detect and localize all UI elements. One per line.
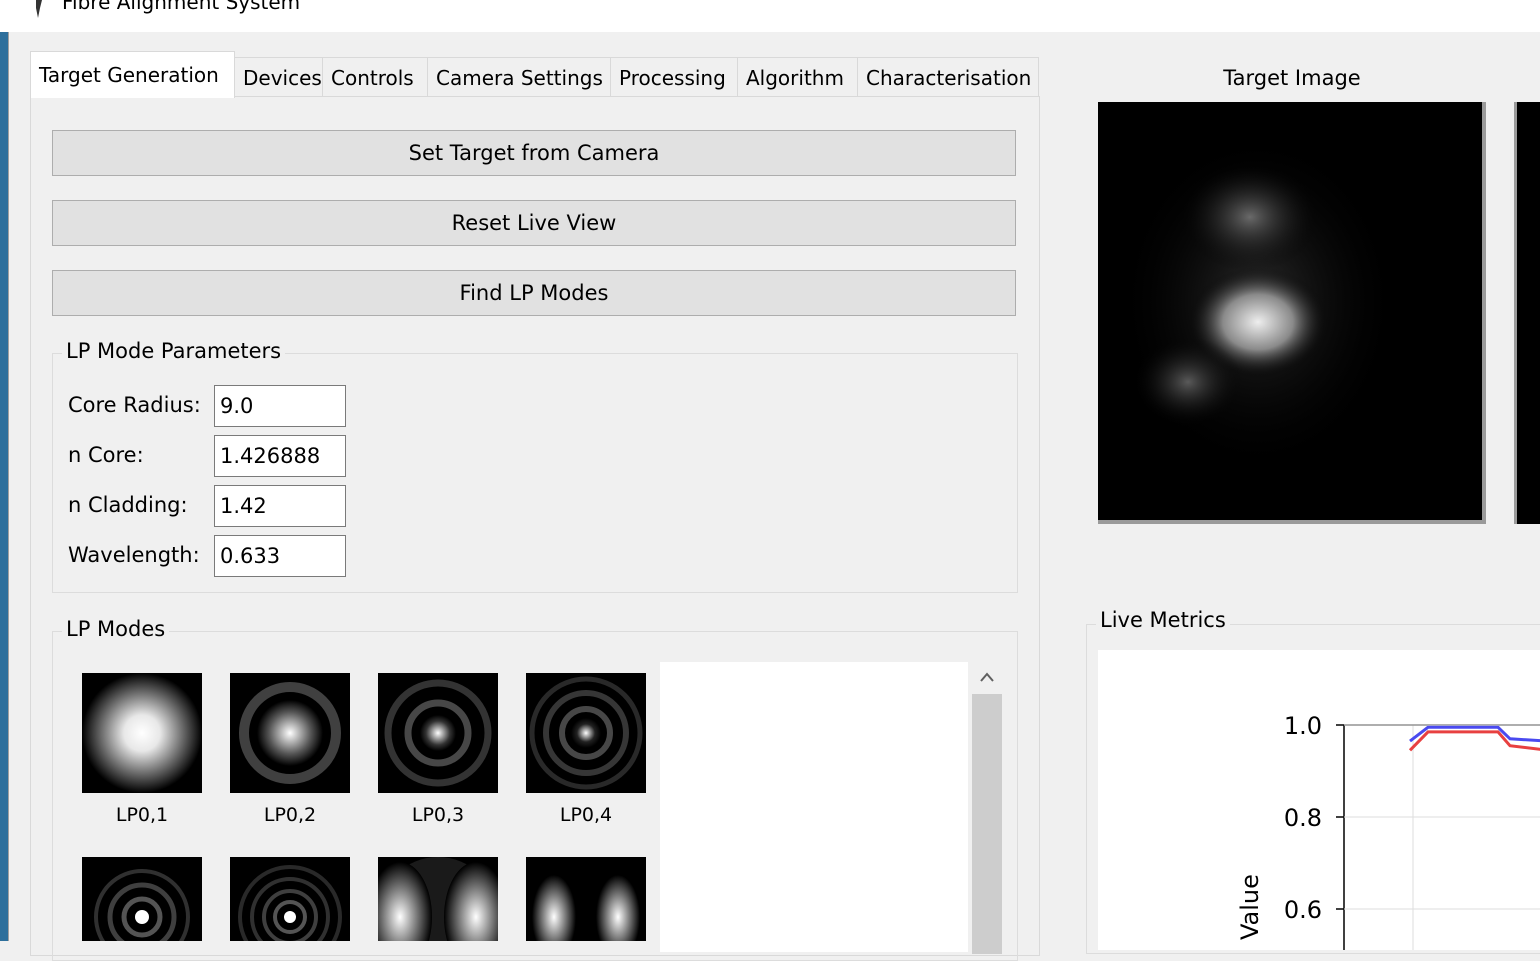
target-image-pattern [1098, 102, 1482, 520]
lp12-thumbnail[interactable] [526, 857, 646, 941]
app-icon [36, 0, 42, 18]
find-lp-modes-button[interactable]: Find LP Modes [52, 270, 1016, 316]
lp01-thumbnail[interactable] [82, 673, 202, 793]
y-tick-label: 0.6 [1284, 896, 1322, 924]
series-line-1 [1409, 725, 1540, 743]
live-metrics-plot: 1.0 0.8 0.6 Value [1098, 650, 1540, 950]
metrics-chart-svg: 1.0 0.8 0.6 Value [1236, 712, 1540, 950]
tab-algorithm[interactable]: Algorithm [737, 57, 858, 97]
desktop-edge [0, 32, 8, 941]
lp01-pattern [82, 673, 202, 793]
tab-devices[interactable]: Devices [234, 57, 323, 97]
lp01-label: LP0,1 [115, 804, 169, 826]
n-cladding-label: n Cladding: [68, 493, 188, 517]
scroll-up-arrow-icon[interactable] [972, 662, 1002, 692]
live-image-frame [1514, 102, 1540, 524]
y-axis-label: Value [1236, 874, 1264, 940]
lp03-label: LP0,3 [411, 804, 465, 826]
n-core-input[interactable] [214, 435, 346, 477]
lp11-thumbnail[interactable] [378, 857, 498, 941]
lp02-thumbnail[interactable] [230, 673, 350, 793]
lp-modes-list-area [660, 662, 968, 952]
series-line-2 [1408, 730, 1540, 752]
y-tick-label: 0.8 [1284, 804, 1322, 832]
lp06-pattern [230, 857, 350, 941]
tab-camera-settings[interactable]: Camera Settings [427, 57, 611, 97]
window-title: Fibre Alignment System [62, 0, 301, 14]
core-radius-input[interactable] [214, 385, 346, 427]
lp-mode-parameters-title: LP Mode Parameters [62, 339, 286, 363]
lp06-thumbnail[interactable] [230, 857, 350, 941]
lp05-pattern [82, 857, 202, 941]
tab-controls[interactable]: Controls [322, 57, 428, 97]
tab-target-generation[interactable]: Target Generation [30, 51, 235, 98]
scrollbar-thumb[interactable] [972, 694, 1002, 954]
n-cladding-input[interactable] [214, 485, 346, 527]
lp02-label: LP0,2 [263, 804, 317, 826]
target-image-title: Target Image [1223, 66, 1361, 90]
y-tick-label: 1.0 [1284, 712, 1322, 740]
lp11-pattern [378, 857, 498, 941]
reset-live-view-button[interactable]: Reset Live View [52, 200, 1016, 246]
lp04-label: LP0,4 [559, 804, 613, 826]
lp02-pattern [230, 673, 350, 793]
tab-characterisation[interactable]: Characterisation [857, 57, 1039, 97]
n-core-label: n Core: [68, 443, 144, 467]
lp03-pattern [378, 673, 498, 793]
tab-processing[interactable]: Processing [610, 57, 738, 97]
lp04-pattern [526, 673, 646, 793]
lp-modes-title: LP Modes [62, 617, 170, 641]
lp05-thumbnail[interactable] [82, 857, 202, 941]
wavelength-input[interactable] [214, 535, 346, 577]
target-image [1098, 102, 1482, 520]
lp12-pattern [526, 857, 646, 941]
lp03-thumbnail[interactable] [378, 673, 498, 793]
window-border [8, 32, 9, 941]
wavelength-label: Wavelength: [68, 543, 200, 567]
title-bar: Fibre Alignment System [0, 0, 1540, 32]
core-radius-label: Core Radius: [68, 393, 201, 417]
set-target-from-camera-button[interactable]: Set Target from Camera [52, 130, 1016, 176]
lp04-thumbnail[interactable] [526, 673, 646, 793]
live-metrics-title: Live Metrics [1096, 608, 1230, 632]
